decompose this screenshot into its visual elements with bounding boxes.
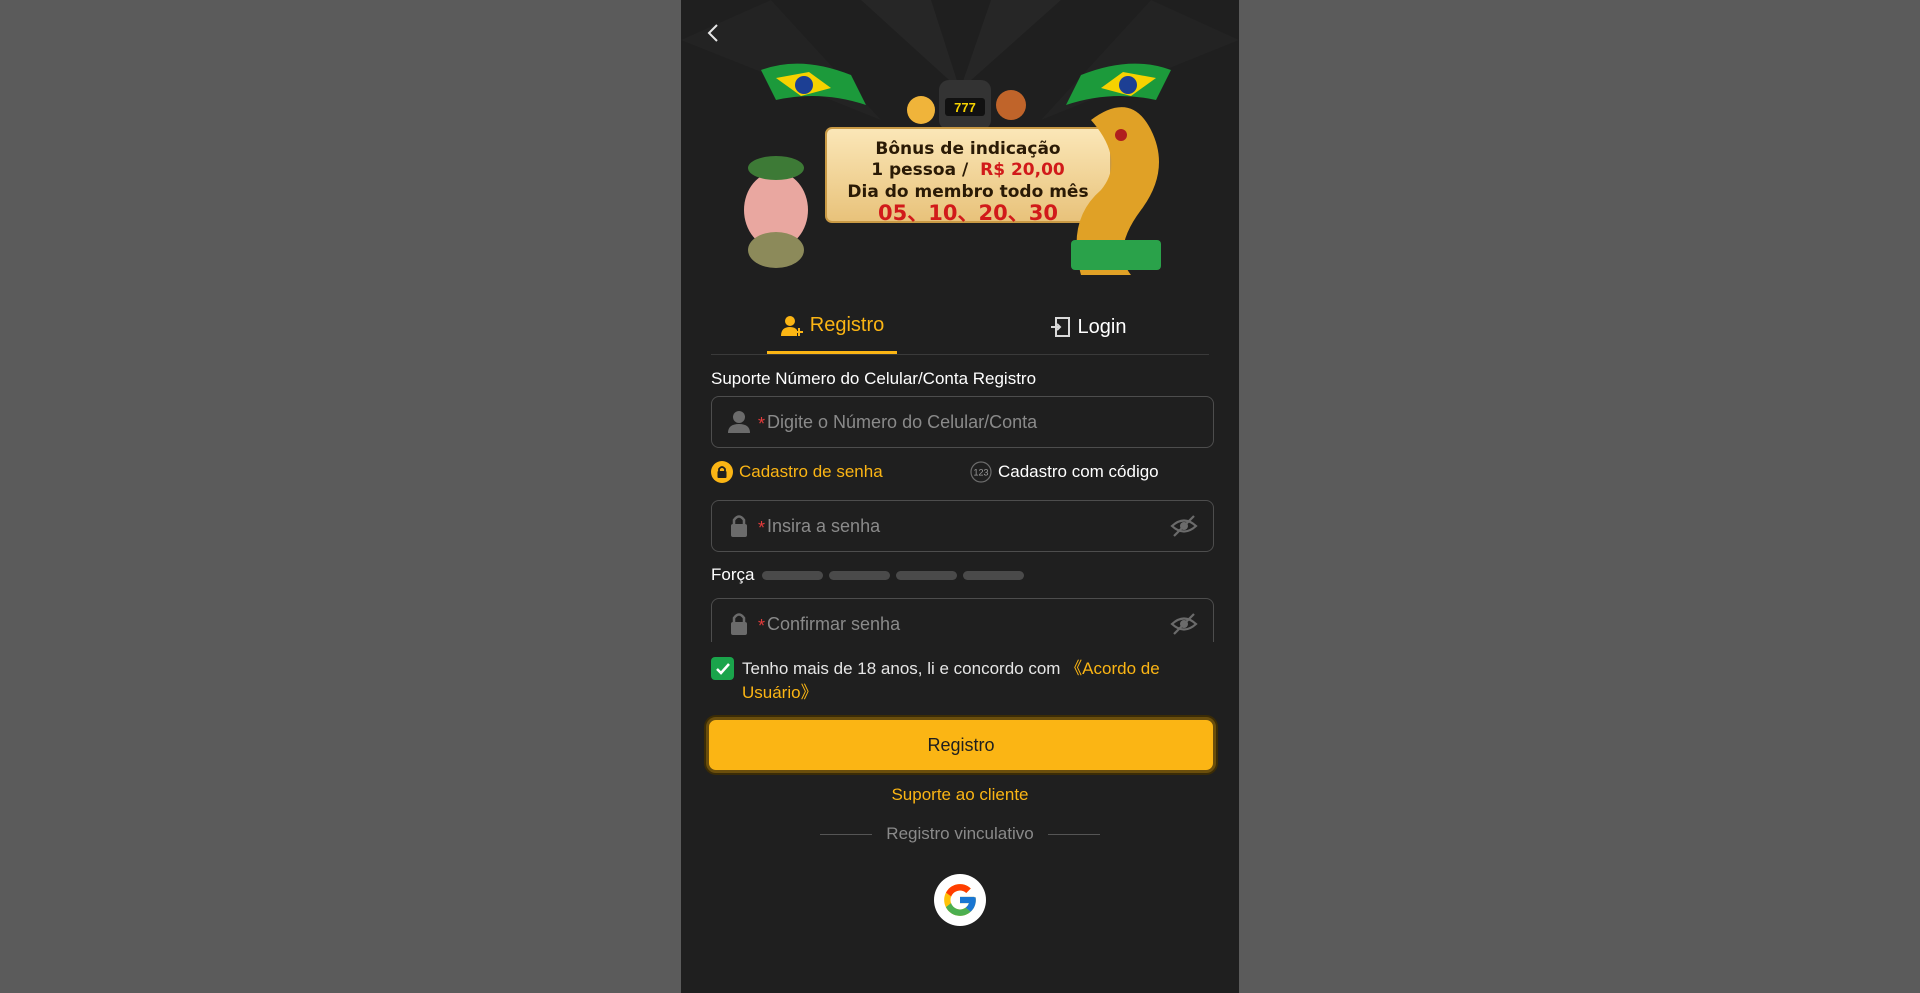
flag-right-graphic xyxy=(1066,63,1171,105)
tab-register[interactable]: Registro xyxy=(767,300,897,354)
strength-bars xyxy=(762,570,1025,580)
banner-line-4: 05、10、20、30 xyxy=(878,201,1058,225)
account-label: Suporte Número do Celular/Conta Registro xyxy=(711,369,1037,388)
eye-off-icon[interactable] xyxy=(1169,609,1199,639)
lock-badge-icon xyxy=(711,461,733,483)
tab-register-label: Registro xyxy=(809,314,885,336)
required-mark: * xyxy=(758,413,766,434)
tab-login[interactable]: Login xyxy=(1023,300,1153,354)
mode-password-option[interactable]: Cadastro de senha xyxy=(711,461,883,483)
password-strength: Força xyxy=(711,565,1025,585)
google-icon xyxy=(944,884,976,916)
password-input[interactable] xyxy=(767,515,1169,537)
svg-text:777: 777 xyxy=(954,100,976,115)
mode-password-label: Cadastro de senha xyxy=(739,462,883,481)
mode-code-option[interactable]: 123 Cadastro com código xyxy=(970,461,1159,483)
divider-line xyxy=(820,833,873,835)
numeric-code-icon: 123 xyxy=(970,461,992,483)
pig-character-graphic xyxy=(744,156,808,268)
eye-off-icon[interactable] xyxy=(1169,511,1199,541)
strength-bar xyxy=(896,570,958,580)
chevron-left-icon xyxy=(707,24,718,42)
register-mode-switch: Cadastro de senha 123 Cadastro com códig… xyxy=(711,461,1214,487)
register-button[interactable]: Registro xyxy=(706,717,1216,773)
strength-bar xyxy=(963,570,1025,580)
terms-checkbox[interactable] xyxy=(711,657,734,680)
lock-icon xyxy=(731,515,747,537)
banner-line-1: Bônus de indicação xyxy=(875,139,1060,159)
terms-text: Tenho mais de 18 anos, li e concordo com… xyxy=(742,657,1214,705)
strength-bar xyxy=(762,570,824,580)
password-field: * xyxy=(711,500,1214,552)
register-panel: 777 Bônus de indicação 1 pessoa / R$ 20,… xyxy=(681,0,1239,993)
social-register-label: Registro vinculativo xyxy=(886,824,1034,843)
mode-code-label: Cadastro com código xyxy=(998,462,1159,481)
required-mark: * xyxy=(758,517,766,538)
strength-bar xyxy=(829,570,891,580)
auth-tabs: Registro Login xyxy=(711,300,1209,355)
customer-support-link[interactable]: Suporte ao cliente xyxy=(681,785,1239,805)
terms-statement: Tenho mais de 18 anos, li e concordo com xyxy=(742,659,1066,678)
confirm-field-clip: * xyxy=(711,598,1214,642)
terms-agreement: Tenho mais de 18 anos, li e concordo com… xyxy=(711,657,1214,705)
required-mark: * xyxy=(758,615,766,636)
banner-line-3: Dia do membro todo mês xyxy=(847,182,1088,202)
back-button[interactable] xyxy=(701,20,727,46)
lock-icon xyxy=(731,613,747,635)
login-door-icon xyxy=(1050,317,1070,337)
svg-text:123: 123 xyxy=(973,468,988,478)
promo-banner: 777 Bônus de indicação 1 pessoa / R$ 20,… xyxy=(744,63,1171,275)
tab-login-label: Login xyxy=(1077,315,1127,338)
confirm-password-input[interactable] xyxy=(767,613,1169,635)
google-login-button[interactable] xyxy=(934,874,986,926)
slot-machine-graphic: 777 xyxy=(907,80,1026,130)
strength-label: Força xyxy=(711,565,755,584)
user-icon xyxy=(728,411,750,433)
flag-left-graphic xyxy=(761,63,866,105)
user-add-icon xyxy=(780,315,803,336)
account-input[interactable] xyxy=(767,411,1213,433)
banner-line-2: 1 pessoa / R$ 20,00 xyxy=(871,160,1065,180)
account-field: * xyxy=(711,396,1214,448)
social-register-divider: Registro vinculativo xyxy=(681,824,1239,844)
divider-line xyxy=(1047,833,1100,835)
checkmark-icon xyxy=(715,662,730,675)
confirm-password-field: * xyxy=(711,598,1214,642)
